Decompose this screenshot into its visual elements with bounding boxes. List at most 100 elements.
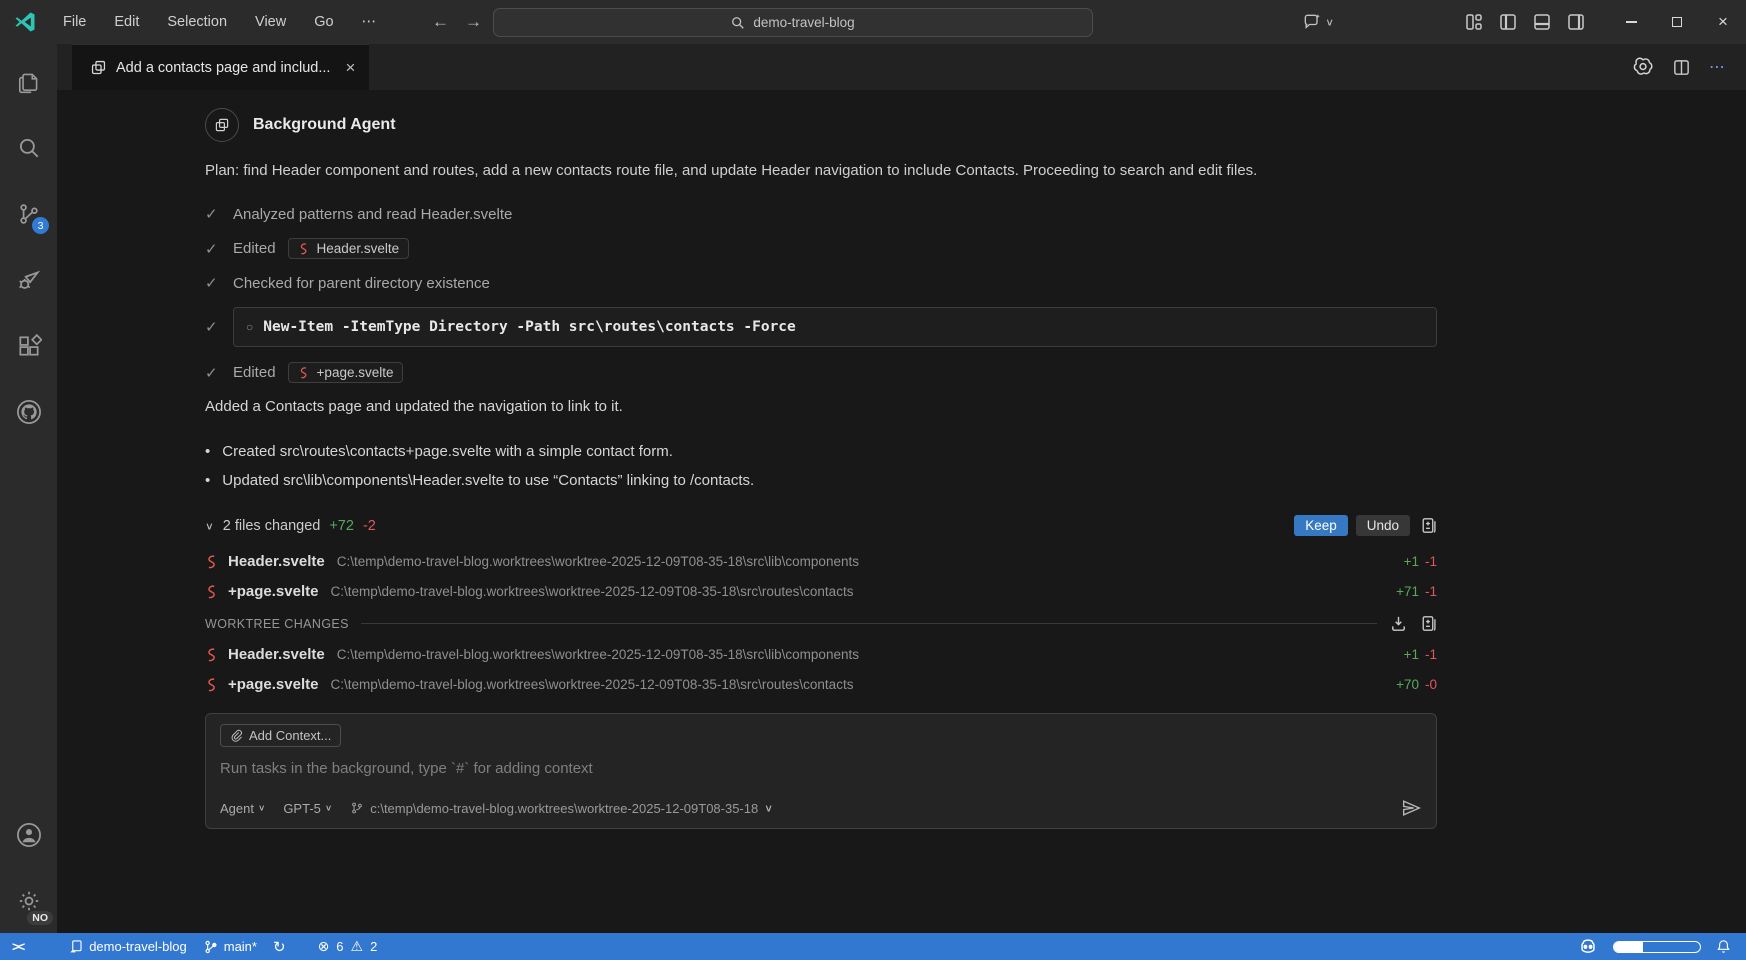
svelte-icon xyxy=(205,584,219,599)
svelte-icon xyxy=(205,554,219,569)
add-context-button[interactable]: Add Context... xyxy=(220,724,341,747)
step-text: Analyzed patterns and read Header.svelte xyxy=(233,206,512,223)
file-removed: -1 xyxy=(1425,554,1437,569)
close-button[interactable]: × xyxy=(1700,0,1746,44)
vscode-logo-icon xyxy=(13,10,37,34)
forward-icon[interactable]: → xyxy=(465,12,482,32)
remote-indicator[interactable]: >< xyxy=(0,933,37,960)
openai-logo-icon[interactable] xyxy=(1632,56,1654,78)
explorer-icon[interactable] xyxy=(0,56,57,108)
problems-item[interactable]: ⊗ 6 ⚠ 2 xyxy=(310,933,386,960)
customize-layout-icon[interactable] xyxy=(1464,12,1484,32)
file-name: +page.svelte xyxy=(228,676,318,693)
warning-count: 2 xyxy=(370,939,377,954)
view-diff-icon[interactable] xyxy=(1418,614,1437,633)
worktree-dropdown[interactable]: c:\temp\demo-travel-blog.worktrees\workt… xyxy=(350,801,773,816)
source-control-icon[interactable]: 3 xyxy=(0,188,57,240)
bell-icon[interactable] xyxy=(1715,938,1732,955)
tab-background-agent[interactable]: Add a contacts page and includ... × xyxy=(72,44,369,90)
progress-bar xyxy=(1613,941,1701,953)
github-icon[interactable] xyxy=(0,386,57,438)
bullet-icon: • xyxy=(205,437,210,466)
bullet-item: • Updated src\lib\components\Header.svel… xyxy=(205,466,1437,495)
tab-close-icon[interactable]: × xyxy=(345,58,355,78)
vscode-window: File Edit Selection View Go ⋯ ← → demo-t… xyxy=(0,0,1746,960)
view-diff-icon[interactable] xyxy=(1418,516,1437,535)
maximize-button[interactable] xyxy=(1654,0,1700,44)
chat-input[interactable]: Run tasks in the background, type `#` fo… xyxy=(220,760,1422,777)
mode-label: Agent xyxy=(220,801,254,816)
file-name: Header.svelte xyxy=(228,646,325,663)
step-edited-page: ✓ Edited +page.svelte xyxy=(205,362,1437,383)
chat-composer[interactable]: Add Context... Run tasks in the backgrou… xyxy=(205,713,1437,829)
divider xyxy=(361,623,1377,624)
menu-edit[interactable]: Edit xyxy=(102,10,151,34)
menu-selection[interactable]: Selection xyxy=(155,10,239,34)
file-path: C:\temp\demo-travel-blog.worktrees\workt… xyxy=(330,677,853,692)
file-removed: -0 xyxy=(1425,677,1437,692)
model-dropdown[interactable]: GPT-5 ∨ xyxy=(283,801,332,816)
worktree-file-row[interactable]: +page.svelte C:\temp\demo-travel-blog.wo… xyxy=(205,669,1437,699)
repo-status-item[interactable]: demo-travel-blog xyxy=(61,933,195,960)
undo-button[interactable]: Undo xyxy=(1356,515,1410,536)
step-command: ✓ ○ New-Item -ItemType Directory -Path s… xyxy=(205,307,1437,347)
command-center-search[interactable]: demo-travel-blog xyxy=(493,8,1093,37)
keep-button[interactable]: Keep xyxy=(1294,515,1348,536)
run-debug-icon[interactable] xyxy=(0,254,57,306)
toggle-panel-icon[interactable] xyxy=(1532,12,1552,32)
mode-dropdown[interactable]: Agent ∨ xyxy=(220,801,265,816)
changed-file-row[interactable]: Header.svelte C:\temp\demo-travel-blog.w… xyxy=(205,546,1437,576)
added-count: +72 xyxy=(329,518,354,534)
editor-tab-bar: Add a contacts page and includ... × ⋯ xyxy=(57,44,1746,90)
file-added: +70 xyxy=(1396,677,1419,692)
toggle-primary-sidebar-icon[interactable] xyxy=(1498,12,1518,32)
account-icon[interactable] xyxy=(0,809,57,861)
file-chip-page-svelte[interactable]: +page.svelte xyxy=(288,362,404,383)
collapse-chevron-icon[interactable]: ∨ xyxy=(205,520,214,532)
agent-plan-text: Plan: find Header component and routes, … xyxy=(205,162,1437,179)
check-icon: ✓ xyxy=(205,364,221,382)
chevron-down-icon: ∨ xyxy=(258,803,265,812)
minimize-button[interactable] xyxy=(1608,0,1654,44)
file-path: C:\temp\demo-travel-blog.worktrees\workt… xyxy=(337,554,859,569)
menu-more-icon[interactable]: ⋯ xyxy=(350,10,389,34)
menu-view[interactable]: View xyxy=(243,10,298,34)
send-icon[interactable] xyxy=(1400,797,1422,819)
menu-go[interactable]: Go xyxy=(302,10,345,34)
edited-label: Edited xyxy=(233,240,276,257)
chat-toggle-button[interactable]: ∨ xyxy=(1302,12,1334,32)
settings-badge: NO xyxy=(27,911,53,925)
files-changed-label: 2 files changed xyxy=(223,518,321,534)
branch-status-item[interactable]: main* xyxy=(195,933,265,960)
bullet-item: • Created src\routes\contacts+page.svelt… xyxy=(205,437,1437,466)
progress-fill xyxy=(1614,942,1643,952)
file-path: C:\temp\demo-travel-blog.worktrees\workt… xyxy=(337,647,859,662)
files-changed-header[interactable]: ∨ 2 files changed +72 -2 Keep Undo xyxy=(205,515,1437,536)
check-icon: ✓ xyxy=(205,240,221,258)
changed-file-row[interactable]: +page.svelte C:\temp\demo-travel-blog.wo… xyxy=(205,576,1437,606)
error-icon: ⊗ xyxy=(318,938,330,955)
editor-more-actions-icon[interactable]: ⋯ xyxy=(1709,57,1726,77)
bullet-icon: • xyxy=(205,466,210,495)
toggle-secondary-sidebar-icon[interactable] xyxy=(1566,12,1586,32)
sync-button[interactable]: ↻ xyxy=(265,933,294,960)
background-agent-avatar-icon xyxy=(205,108,239,142)
split-editor-icon[interactable] xyxy=(1672,58,1691,77)
extensions-icon[interactable] xyxy=(0,320,57,372)
tab-title: Add a contacts page and includ... xyxy=(116,60,330,76)
worktree-path: c:\temp\demo-travel-blog.worktrees\workt… xyxy=(370,801,758,816)
search-view-icon[interactable] xyxy=(0,122,57,174)
back-icon[interactable]: ← xyxy=(432,12,449,32)
apply-changes-icon[interactable] xyxy=(1389,614,1408,633)
menu-file[interactable]: File xyxy=(51,10,98,34)
settings-gear-icon[interactable]: NO xyxy=(0,875,57,927)
worktree-changes-label: WORKTREE CHANGES xyxy=(205,617,349,631)
file-name: +page.svelte xyxy=(228,583,318,600)
file-path: C:\temp\demo-travel-blog.worktrees\workt… xyxy=(330,584,853,599)
error-count: 6 xyxy=(336,939,343,954)
scm-badge: 3 xyxy=(32,217,49,234)
worktree-file-row[interactable]: Header.svelte C:\temp\demo-travel-blog.w… xyxy=(205,639,1437,669)
file-chip-header-svelte[interactable]: Header.svelte xyxy=(288,238,410,259)
copilot-icon[interactable] xyxy=(1577,936,1599,958)
edited-label: Edited xyxy=(233,364,276,381)
